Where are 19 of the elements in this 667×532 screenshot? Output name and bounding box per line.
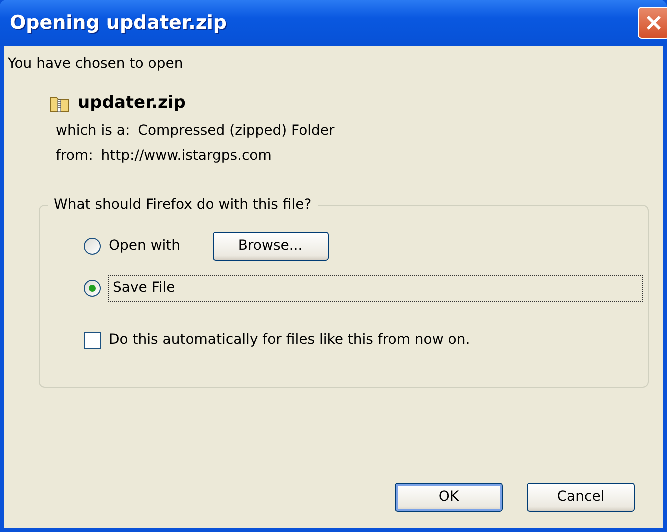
option-label[interactable]: Save File	[109, 276, 642, 301]
browse-button[interactable]: Browse...	[212, 232, 329, 261]
zip-folder-icon	[50, 94, 70, 113]
intro-text: You have chosen to open	[8, 55, 184, 74]
detail-label: which is a:	[56, 122, 130, 140]
file-name: updater.zip	[78, 92, 186, 115]
radio-button[interactable]	[84, 238, 101, 255]
close-icon	[645, 14, 663, 32]
close-button[interactable]	[638, 7, 667, 39]
option-label[interactable]: Open with	[109, 236, 181, 257]
window-title: Opening updater.zip	[10, 10, 227, 36]
dialog-button[interactable]: OK	[395, 483, 503, 512]
detail-value: http://www.istargps.com	[101, 146, 272, 166]
detail-label: from:	[56, 146, 94, 166]
checkbox-label: Do this automatically for files like this from now on.	[109, 330, 470, 350]
detail-value: Compressed (zipped) Folder	[138, 122, 335, 140]
radio-button[interactable]	[84, 280, 101, 297]
checkbox[interactable]	[84, 332, 101, 348]
dialog-button[interactable]: Cancel	[527, 483, 635, 512]
